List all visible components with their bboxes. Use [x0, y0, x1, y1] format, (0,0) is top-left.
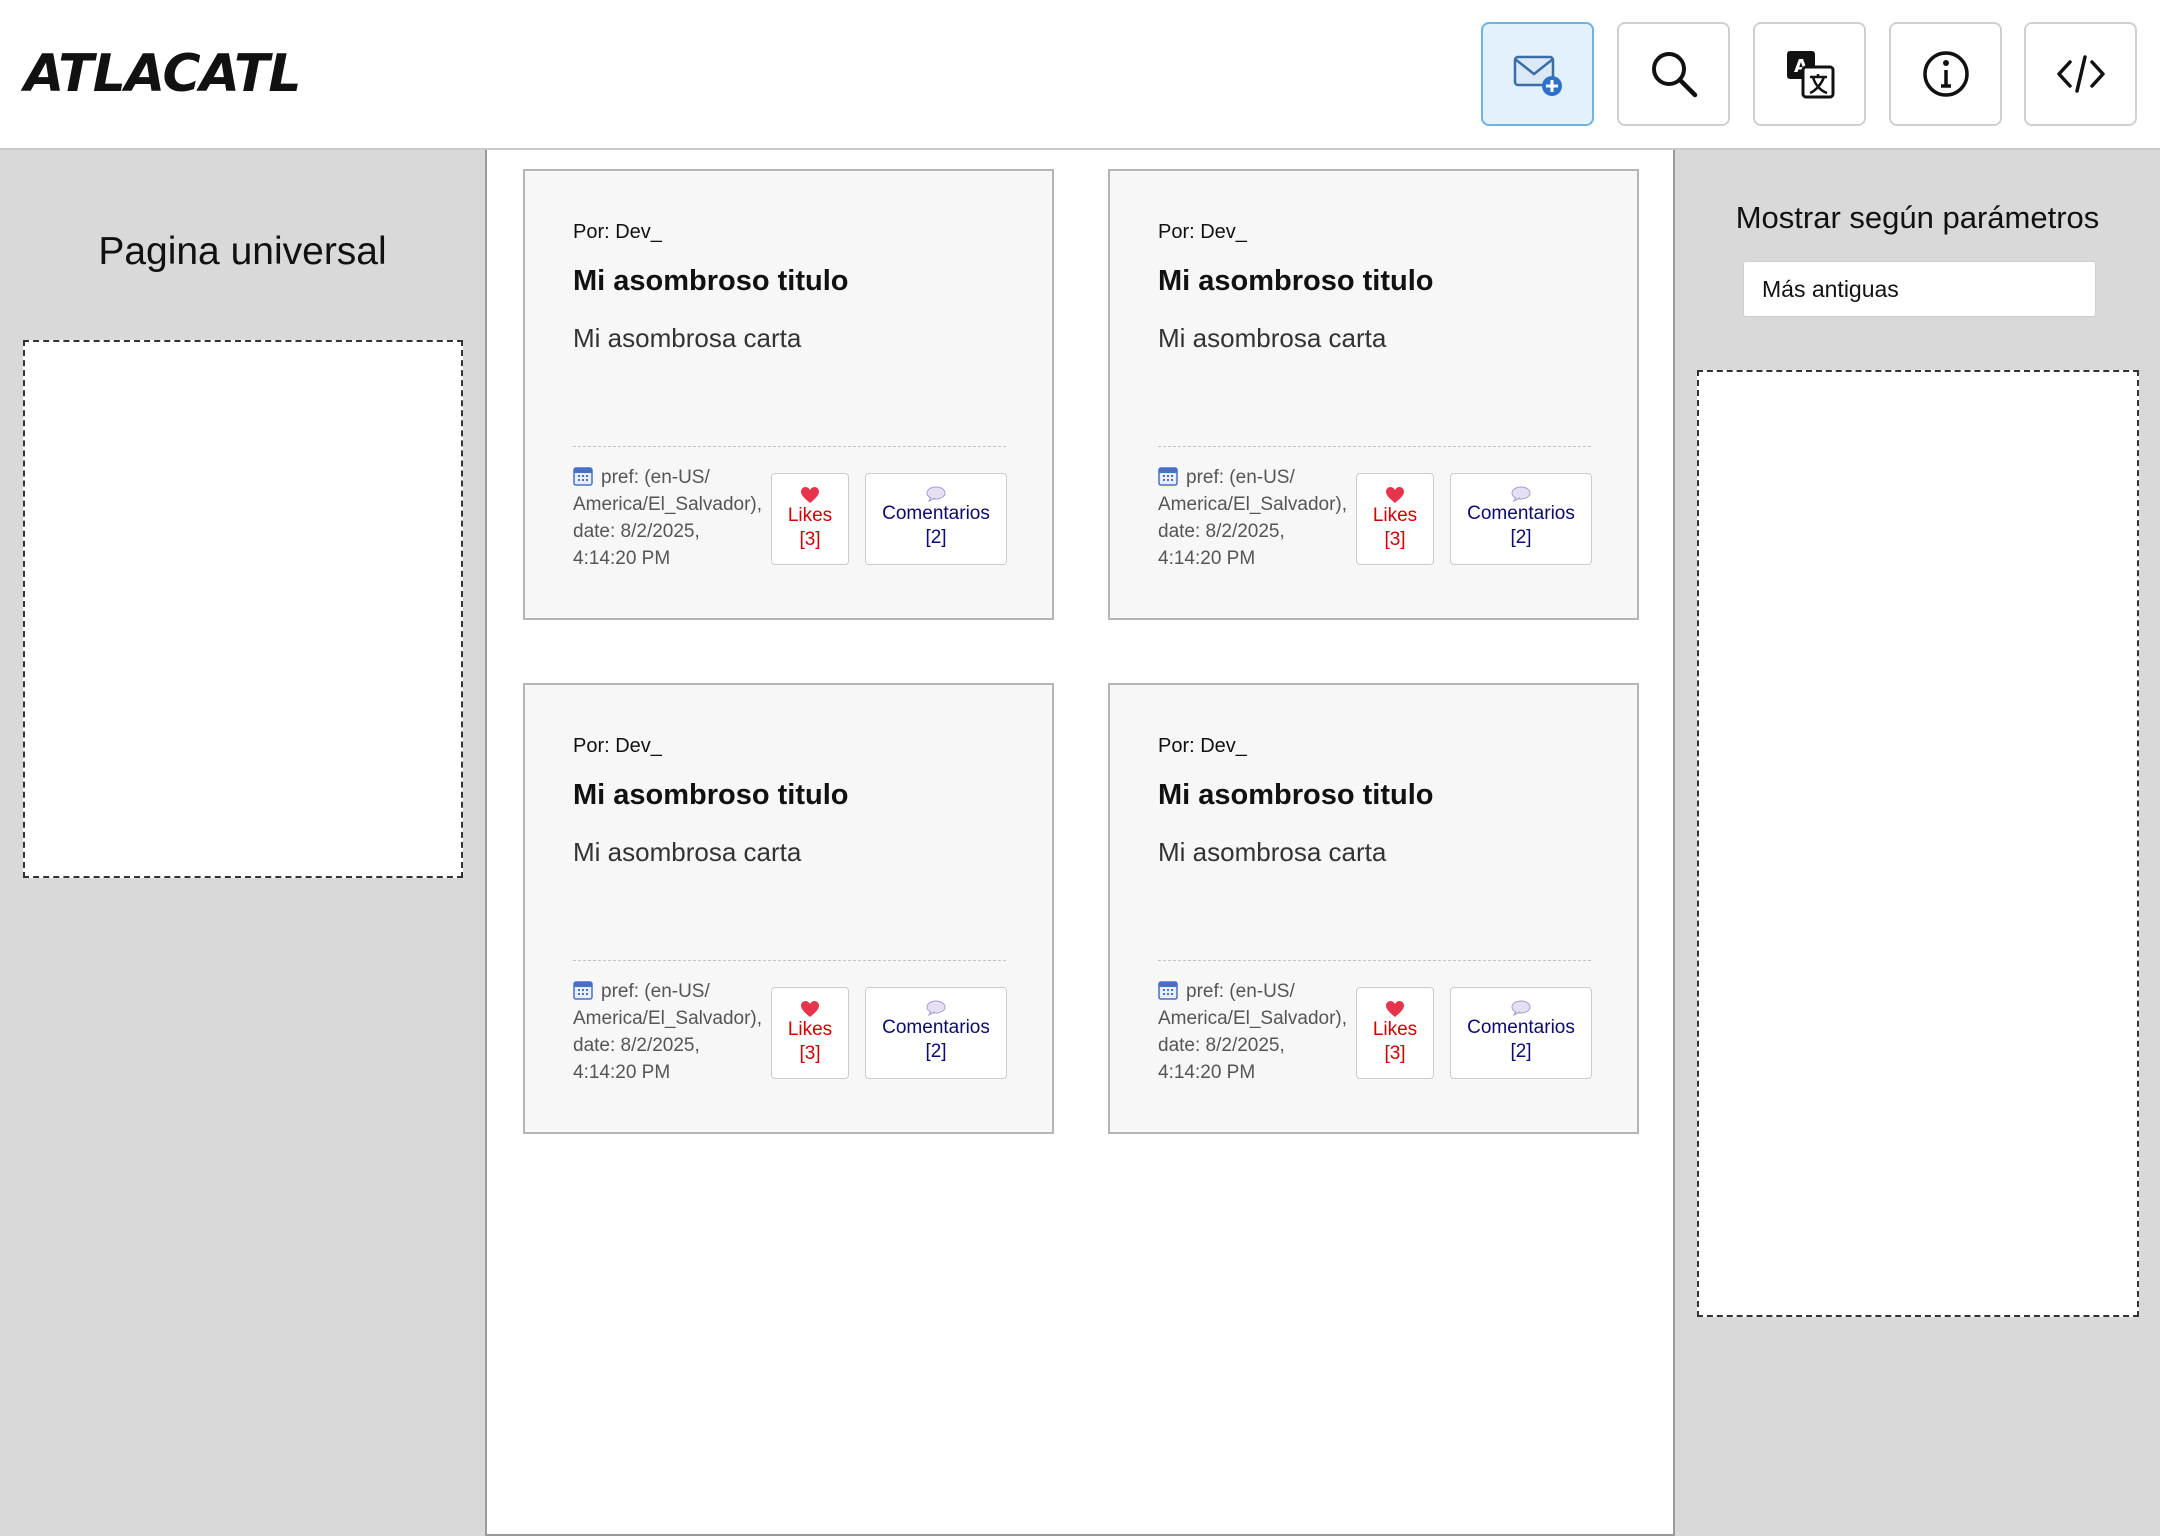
- sort-order-select[interactable]: Más antiguas: [1743, 261, 2096, 317]
- likes-count: [3]: [799, 1043, 821, 1064]
- likes-button[interactable]: Likes [3]: [1356, 473, 1434, 565]
- card-meta-line: pref: (en-US/: [601, 981, 710, 1002]
- heart-icon: [1386, 1001, 1404, 1017]
- card-meta-line: 4:14:20 PM: [573, 1062, 671, 1083]
- comments-count: [2]: [925, 1041, 947, 1062]
- right-sidebar: Mostrar según parámetros Más antiguas: [1675, 150, 2160, 1536]
- calendar-icon: [1158, 981, 1178, 1000]
- card-body: Mi asombrosa carta: [573, 323, 802, 353]
- letter-card[interactable]: Por: Dev_ Mi asombroso titulo Mi asombro…: [523, 169, 1054, 620]
- letter-card[interactable]: Por: Dev_ Mi asombroso titulo Mi asombro…: [1108, 169, 1639, 620]
- card-author: Por: Dev_: [573, 221, 662, 243]
- search-icon: [1651, 52, 1697, 98]
- card-author: Por: Dev_: [573, 735, 662, 757]
- card-title: Mi asombroso titulo: [1158, 265, 1434, 297]
- card-meta-line: date: 8/2/2025,: [1158, 1035, 1285, 1056]
- comments-label: Comentarios: [882, 1017, 990, 1038]
- code-button[interactable]: [2024, 22, 2137, 126]
- new-letter-icon: [1513, 55, 1562, 96]
- new-letter-button[interactable]: [1481, 22, 1594, 126]
- card-meta-line: pref: (en-US/: [1186, 981, 1295, 1002]
- left-panel-title: Pagina universal: [98, 230, 387, 273]
- card-divider: [573, 960, 1006, 961]
- calendar-icon: [573, 467, 593, 486]
- speech-bubble-icon: [926, 486, 946, 502]
- card-divider: [1158, 960, 1591, 961]
- likes-label: Likes: [1372, 1019, 1418, 1040]
- comments-count: [2]: [1510, 1041, 1532, 1062]
- heart-icon: [801, 1001, 819, 1017]
- card-title: Mi asombroso titulo: [1158, 779, 1434, 811]
- likes-button[interactable]: Likes [3]: [1356, 987, 1434, 1079]
- code-icon: [2056, 55, 2105, 93]
- letters-feed: Por: Dev_ Mi asombroso titulo Mi asombro…: [485, 150, 1675, 1536]
- comments-label: Comentarios: [1467, 503, 1575, 524]
- calendar-icon: [1158, 467, 1178, 486]
- letter-card[interactable]: Por: Dev_ Mi asombroso titulo Mi asombro…: [1108, 683, 1639, 1134]
- heart-icon: [1386, 487, 1404, 503]
- card-body: Mi asombrosa carta: [1158, 837, 1387, 867]
- likes-label: Likes: [1372, 505, 1418, 526]
- likes-count: [3]: [1384, 1043, 1406, 1064]
- card-meta-line: date: 8/2/2025,: [573, 521, 700, 542]
- card-meta: pref: (en-US/ America/El_Salvador), date…: [573, 464, 773, 572]
- speech-bubble-icon: [1511, 1000, 1531, 1016]
- card-meta-line: 4:14:20 PM: [1158, 1062, 1256, 1083]
- card-meta-line: America/El_Salvador),: [573, 1008, 763, 1029]
- comments-count: [2]: [1510, 527, 1532, 548]
- likes-label: Likes: [787, 1019, 833, 1040]
- translate-button[interactable]: A: [1753, 22, 1866, 126]
- comments-button[interactable]: Comentarios [2]: [1450, 473, 1592, 565]
- speech-bubble-icon: [926, 1000, 946, 1016]
- comments-count: [2]: [925, 527, 947, 548]
- filter-title: Mostrar según parámetros: [1735, 200, 2100, 235]
- card-meta-line: 4:14:20 PM: [1158, 548, 1256, 569]
- likes-button[interactable]: Likes [3]: [771, 473, 849, 565]
- likes-button[interactable]: Likes [3]: [771, 987, 849, 1079]
- likes-label: Likes: [787, 505, 833, 526]
- comments-button[interactable]: Comentarios [2]: [1450, 987, 1592, 1079]
- translate-icon: A: [1786, 51, 1834, 99]
- card-title: Mi asombroso titulo: [573, 779, 849, 811]
- card-meta-line: America/El_Salvador),: [1158, 494, 1348, 515]
- card-body: Mi asombrosa carta: [573, 837, 802, 867]
- left-placeholder-box: [23, 340, 463, 878]
- card-meta-line: date: 8/2/2025,: [1158, 521, 1285, 542]
- top-bar: ATLACATL A: [0, 0, 2160, 150]
- app-logo[interactable]: ATLACATL: [24, 44, 302, 104]
- card-author: Por: Dev_: [1158, 221, 1247, 243]
- comments-label: Comentarios: [1467, 1017, 1575, 1038]
- card-title: Mi asombroso titulo: [573, 265, 849, 297]
- card-meta-line: 4:14:20 PM: [573, 548, 671, 569]
- card-meta: pref: (en-US/ America/El_Salvador), date…: [1158, 464, 1358, 572]
- heart-icon: [801, 487, 819, 503]
- card-divider: [1158, 446, 1591, 447]
- card-meta-line: pref: (en-US/: [1186, 467, 1295, 488]
- card-meta: pref: (en-US/ America/El_Salvador), date…: [1158, 978, 1358, 1086]
- info-icon: [1922, 51, 1969, 97]
- comments-label: Comentarios: [882, 503, 990, 524]
- left-sidebar: Pagina universal: [0, 150, 485, 1536]
- card-author: Por: Dev_: [1158, 735, 1247, 757]
- right-placeholder-box: [1697, 370, 2139, 1317]
- speech-bubble-icon: [1511, 486, 1531, 502]
- card-meta-line: America/El_Salvador),: [573, 494, 763, 515]
- comments-button[interactable]: Comentarios [2]: [865, 987, 1007, 1079]
- info-button[interactable]: [1889, 22, 2002, 126]
- card-meta-line: America/El_Salvador),: [1158, 1008, 1348, 1029]
- likes-count: [3]: [1384, 529, 1406, 550]
- search-button[interactable]: [1617, 22, 1730, 126]
- calendar-icon: [573, 981, 593, 1000]
- card-meta-line: date: 8/2/2025,: [573, 1035, 700, 1056]
- card-meta-line: pref: (en-US/: [601, 467, 710, 488]
- card-divider: [573, 446, 1006, 447]
- letter-card[interactable]: Por: Dev_ Mi asombroso titulo Mi asombro…: [523, 683, 1054, 1134]
- likes-count: [3]: [799, 529, 821, 550]
- comments-button[interactable]: Comentarios [2]: [865, 473, 1007, 565]
- card-meta: pref: (en-US/ America/El_Salvador), date…: [573, 978, 773, 1086]
- card-body: Mi asombrosa carta: [1158, 323, 1387, 353]
